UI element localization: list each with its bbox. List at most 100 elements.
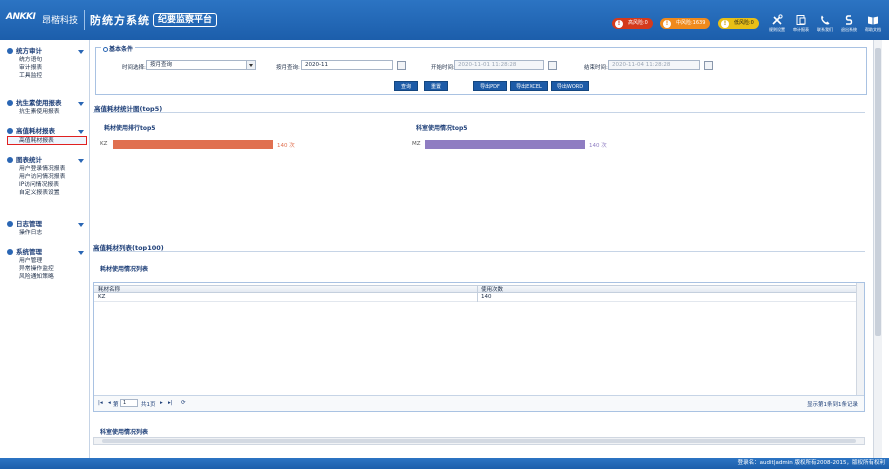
chart-title-materials: 耗材使用排行top5 [104, 125, 156, 132]
gear-icon [7, 157, 13, 163]
table-scrollbar[interactable] [856, 283, 864, 395]
sidebar-item[interactable]: 风险通知策略 [5, 273, 87, 281]
tool-contact-us[interactable]: 联系我们 [814, 14, 836, 33]
column-divider [477, 285, 478, 302]
high-risk-badge[interactable]: ! 高风险:0 [612, 18, 653, 29]
table-cell: 140 [481, 294, 492, 300]
page-prefix: 第 [113, 402, 119, 408]
first-page-icon[interactable]: |◂ [98, 400, 103, 406]
sidebar-item[interactable]: 操作日志 [5, 229, 87, 237]
sidebar-group-header[interactable]: 日志管理 [5, 219, 87, 229]
sidebar-group-header[interactable]: 系统管理 [5, 247, 87, 257]
alert-icon: ! [663, 19, 671, 28]
sidebar-item-active[interactable]: 高值耗材报表 [7, 136, 87, 145]
sidebar-group-antibiotic: 抗生素使用报表 抗生素使用报表 [5, 98, 87, 116]
sidebar-item[interactable]: IP访问情况报表 [5, 181, 87, 189]
start-time-label: 开始时间: [431, 65, 455, 71]
calendar-icon[interactable] [548, 61, 557, 70]
page-number-input[interactable]: 1 [120, 399, 138, 407]
sidebar-item[interactable]: 用户访问情况报表 [5, 173, 87, 181]
month-input[interactable]: 2020-11 [301, 60, 406, 70]
filter-panel: 基本条件 时间选择: 按月查询 按月查询: 2020-11 开始时间: 2020… [95, 44, 867, 95]
mid-risk-badge[interactable]: ! 中风险:1639 [660, 18, 711, 29]
materials-table: 耗材名称 使用次数 KZ 140 |◂ ◂ 第 1 共1页 ▸ ▸| ⟳ 显示第… [93, 282, 865, 412]
chart-bar[interactable] [425, 140, 585, 149]
refresh-icon[interactable]: ⟳ [181, 400, 186, 406]
bar-category-label: KZ [100, 141, 108, 147]
tool-label: 审计报表 [793, 27, 809, 32]
sidebar-item[interactable]: 审计报表 [5, 64, 87, 72]
logout-icon [845, 15, 853, 25]
sidebar-item[interactable]: 异常操作监控 [5, 265, 87, 273]
header-bar: ANKKI 昂楷科技 防统方系统 纪要监察平台 ! 高风险:0 ! 中风险:16… [0, 0, 889, 40]
gear-icon [7, 100, 13, 106]
sidebar-group-header[interactable]: 抗生素使用报表 [5, 98, 87, 108]
low-risk-label: 低风险:0 [734, 20, 754, 26]
radio-icon [103, 46, 108, 52]
export-word-button[interactable]: 导出WORD [551, 81, 589, 91]
main-content: 基本条件 时间选择: 按月查询 按月查询: 2020-11 开始时间: 2020… [91, 40, 873, 458]
company-logo: ANKKI [6, 12, 36, 22]
sidebar-item[interactable]: 用户登录情况报表 [5, 165, 87, 173]
phone-icon [821, 15, 830, 25]
chevron-down-icon [78, 222, 84, 227]
time-choice-label: 时间选择: [122, 65, 146, 71]
time-choice-select[interactable]: 按月查询 [146, 60, 256, 70]
low-risk-badge[interactable]: ! 低风险:0 [718, 18, 759, 29]
tool-rule-settings[interactable]: 规则设置 [766, 14, 788, 33]
sidebar-group-header[interactable]: 统方审计 [5, 46, 87, 56]
table-row[interactable]: KZ 140 [94, 293, 857, 302]
scrollbar-thumb[interactable] [102, 439, 856, 443]
calendar-icon[interactable] [704, 61, 713, 70]
tool-logout[interactable]: 退出系统 [838, 14, 860, 33]
prev-page-icon[interactable]: ◂ [108, 400, 111, 406]
gear-icon [7, 48, 13, 54]
table-cell: KZ [98, 294, 106, 300]
sidebar-group-header[interactable]: 高值耗材报表 [5, 126, 87, 136]
sidebar-group-header[interactable]: 图表统计 [5, 155, 87, 165]
export-pdf-button[interactable]: 导出PDF [473, 81, 507, 91]
scrollbar-thumb[interactable] [875, 48, 881, 336]
end-time-input[interactable]: 2020-11-04 11:28:28 [608, 60, 713, 70]
sidebar-item[interactable]: 抗生素使用报表 [5, 108, 87, 116]
pagination: |◂ ◂ 第 1 共1页 ▸ ▸| ⟳ 显示第1条到1条记录 [94, 395, 864, 411]
high-risk-label: 高风险:0 [628, 20, 648, 26]
chart-bar[interactable] [113, 140, 273, 149]
page-total: 共1页 [141, 402, 156, 408]
sidebar-item[interactable]: 统方语句 [5, 56, 87, 64]
sidebar: 统方审计 统方语句 审计报表 工具监控 抗生素使用报表 抗生素使用报表 高值耗材… [0, 40, 90, 458]
sidebar-group-logs: 日志管理 操作日志 [5, 219, 87, 237]
bar-value-label: 140 次 [277, 143, 295, 149]
end-time-label: 结束时间: [584, 65, 608, 71]
chevron-down-icon [78, 158, 84, 163]
tool-help-docs[interactable]: 帮助文档 [862, 14, 884, 33]
sidebar-item[interactable]: 自定义报表设置 [5, 189, 87, 197]
page-scrollbar[interactable] [873, 40, 882, 458]
section-divider [93, 112, 865, 113]
chevron-down-icon[interactable] [246, 61, 255, 69]
tool-label: 帮助文档 [865, 27, 881, 32]
reset-button[interactable]: 重置 [424, 81, 448, 91]
sidebar-group-high-value: 高值耗材报表 高值耗材报表 [5, 126, 87, 145]
last-page-icon[interactable]: ▸| [168, 400, 173, 406]
chevron-down-icon [78, 129, 84, 134]
sidebar-item[interactable]: 用户管理 [5, 257, 87, 265]
sidebar-item[interactable]: 工具监控 [5, 72, 87, 80]
alert-icon: ! [615, 19, 623, 28]
system-title: 防统方系统 [90, 14, 150, 27]
header-divider [84, 10, 85, 30]
book-icon [868, 16, 878, 25]
calendar-icon[interactable] [397, 61, 406, 70]
tool-audit-report[interactable]: 审计报表 [790, 14, 812, 33]
tool-label: 联系我们 [817, 27, 833, 32]
export-excel-button[interactable]: 导出EXCEL [510, 81, 548, 91]
platform-badge: 纪要监察平台 [153, 13, 218, 27]
mid-risk-label: 中风险:1639 [676, 20, 706, 26]
next-page-icon[interactable]: ▸ [160, 400, 163, 406]
start-time-input[interactable]: 2020-11-01 11:28:28 [454, 60, 557, 70]
chevron-down-icon [78, 49, 84, 54]
horizontal-scrollbar[interactable] [93, 437, 865, 445]
report-icon [796, 15, 806, 25]
gear-icon [7, 128, 13, 134]
query-button[interactable]: 查询 [394, 81, 418, 91]
